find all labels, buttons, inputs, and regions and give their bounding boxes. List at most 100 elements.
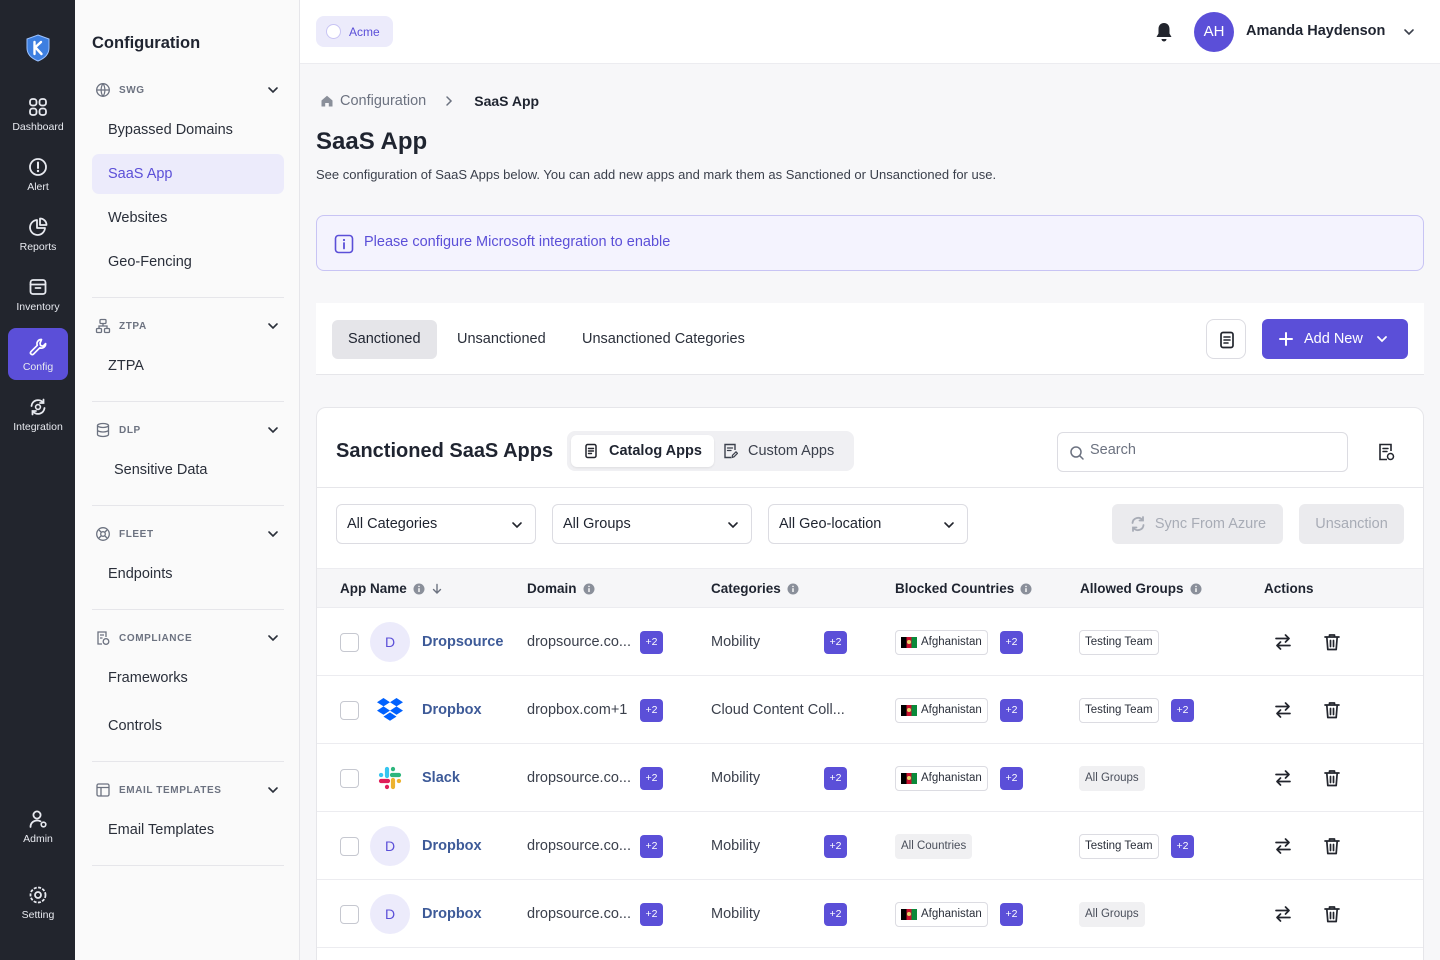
move-app-button[interactable] <box>1273 836 1293 861</box>
more-domains-badge[interactable]: +2 <box>640 835 663 858</box>
tab-unsanctioned-categories[interactable]: Unsanctioned Categories <box>566 320 761 359</box>
sidebar-section-ztpa[interactable]: ZTPA <box>95 316 280 336</box>
more-categories-badge[interactable]: +2 <box>824 903 847 926</box>
org-switcher[interactable]: Acme <box>316 16 393 47</box>
search-icon <box>1070 446 1084 460</box>
section-label: EMAIL TEMPLATES <box>119 784 222 796</box>
rail-item-alert[interactable]: Alert <box>8 148 68 200</box>
sidebar-section-dlp[interactable]: DLP <box>95 420 280 440</box>
row-checkbox[interactable] <box>340 701 359 720</box>
rail-item-admin[interactable]: Admin <box>8 800 68 852</box>
add-new-button[interactable]: Add New <box>1262 319 1408 359</box>
search-input[interactable] <box>1090 442 1340 458</box>
nav-rail: Dashboard Alert Reports Inventory Config… <box>0 0 75 960</box>
delete-app-button[interactable] <box>1323 836 1341 861</box>
sidebar-item-controls[interactable]: Controls <box>92 706 284 746</box>
fleet-icon <box>96 527 110 541</box>
info-icon <box>334 234 354 254</box>
more-categories-badge[interactable]: +2 <box>824 767 847 790</box>
logs-button[interactable] <box>1206 319 1246 359</box>
country-chip: Afghanistan <box>895 698 988 723</box>
sidebar-item-email-templates[interactable]: Email Templates <box>92 810 284 850</box>
tab-sanctioned[interactable]: Sanctioned <box>332 320 437 359</box>
alert-icon <box>29 158 47 176</box>
sidebar-item-ztpa[interactable]: ZTPA <box>92 346 284 386</box>
column-domain: Domain <box>527 581 595 596</box>
more-countries-badge[interactable]: +2 <box>1000 903 1023 926</box>
more-countries-badge[interactable]: +2 <box>1000 767 1023 790</box>
rail-item-setting[interactable]: Setting <box>8 876 68 928</box>
rail-item-reports[interactable]: Reports <box>8 208 68 260</box>
delete-app-button[interactable] <box>1323 632 1341 657</box>
groups-filter[interactable]: All Groups <box>552 504 752 544</box>
rail-item-config[interactable]: Config <box>8 328 68 380</box>
bell-icon[interactable] <box>1154 21 1174 43</box>
sidebar-item-geo-fencing[interactable]: Geo-Fencing <box>92 242 284 282</box>
breadcrumb-parent[interactable]: Configuration <box>340 93 426 109</box>
geo-location-filter[interactable]: All Geo-location <box>768 504 968 544</box>
section-label: ZTPA <box>119 320 147 332</box>
app-name-link[interactable]: Dropsource <box>422 634 503 650</box>
sync-from-azure-button[interactable]: Sync From Azure <box>1112 504 1283 544</box>
breadcrumb-current: SaaS App <box>474 93 540 109</box>
sidebar-section-compliance[interactable]: COMPLIANCE <box>95 628 280 648</box>
row-checkbox[interactable] <box>340 905 359 924</box>
app-name-link[interactable]: Dropbox <box>422 838 482 854</box>
sidebar-item-frameworks[interactable]: Frameworks <box>92 658 284 698</box>
more-categories-badge[interactable]: +2 <box>824 835 847 858</box>
move-app-button[interactable] <box>1273 632 1293 657</box>
more-categories-badge[interactable]: +2 <box>824 631 847 654</box>
sort-arrow-down-icon[interactable] <box>431 583 443 595</box>
chevron-down-icon[interactable] <box>1402 25 1416 39</box>
column-app-name[interactable]: App Name <box>340 581 443 596</box>
app-name-link[interactable]: Dropbox <box>422 906 482 922</box>
categories-filter[interactable]: All Categories <box>336 504 536 544</box>
unsanction-button[interactable]: Unsanction <box>1299 504 1404 544</box>
group-chip: Testing Team <box>1079 698 1159 723</box>
app-name-link[interactable]: Dropbox <box>422 702 482 718</box>
row-checkbox[interactable] <box>340 769 359 788</box>
rail-item-inventory[interactable]: Inventory <box>8 268 68 320</box>
more-countries-badge[interactable]: +2 <box>1000 699 1023 722</box>
more-domains-badge[interactable]: +2 <box>640 767 663 790</box>
country-name: Afghanistan <box>921 636 982 648</box>
move-app-button[interactable] <box>1273 904 1293 929</box>
more-groups-badge[interactable]: +2 <box>1171 699 1194 722</box>
user-name[interactable]: Amanda Haydenson <box>1246 23 1385 39</box>
sidebar-section-fleet[interactable]: FLEET <box>95 524 280 544</box>
sidebar-item-sensitive-data[interactable]: Sensitive Data <box>92 450 284 490</box>
column-allowed-groups: Allowed Groups <box>1080 581 1202 596</box>
more-domains-badge[interactable]: +2 <box>640 903 663 926</box>
more-domains-badge[interactable]: +2 <box>640 699 663 722</box>
plus-icon <box>1279 332 1293 346</box>
sidebar-section-email-templates[interactable]: EMAIL TEMPLATES <box>95 780 280 800</box>
sidebar-section-swg[interactable]: SWG <box>95 80 280 100</box>
user-avatar[interactable]: AH <box>1194 12 1234 52</box>
integration-icon <box>30 398 46 416</box>
row-checkbox[interactable] <box>340 837 359 856</box>
export-document-icon[interactable] <box>1376 442 1396 462</box>
sidebar-item-endpoints[interactable]: Endpoints <box>92 554 284 594</box>
more-groups-badge[interactable]: +2 <box>1171 835 1194 858</box>
tab-unsanctioned[interactable]: Unsanctioned <box>441 320 562 359</box>
sidebar-item-bypassed-domains[interactable]: Bypassed Domains <box>92 110 284 150</box>
sidebar-item-saas-app[interactable]: SaaS App <box>92 154 284 194</box>
catalog-apps-button[interactable]: Catalog Apps <box>571 435 714 467</box>
move-app-button[interactable] <box>1273 700 1293 725</box>
delete-app-button[interactable] <box>1323 768 1341 793</box>
app-domain: dropsource.co... <box>527 770 631 786</box>
more-domains-badge[interactable]: +2 <box>640 631 663 654</box>
country-chip: Afghanistan <box>895 902 988 927</box>
delete-app-button[interactable] <box>1323 700 1341 725</box>
move-app-button[interactable] <box>1273 768 1293 793</box>
row-checkbox[interactable] <box>340 633 359 652</box>
app-name-link[interactable]: Slack <box>422 770 460 786</box>
rail-item-integration[interactable]: Integration <box>8 388 68 440</box>
admin-icon <box>29 810 47 828</box>
more-countries-badge[interactable]: +2 <box>1000 631 1023 654</box>
database-icon <box>96 422 110 438</box>
rail-item-dashboard[interactable]: Dashboard <box>8 88 68 140</box>
custom-apps-button[interactable]: Custom Apps <box>710 435 846 467</box>
delete-app-button[interactable] <box>1323 904 1341 929</box>
sidebar-item-websites[interactable]: Websites <box>92 198 284 238</box>
